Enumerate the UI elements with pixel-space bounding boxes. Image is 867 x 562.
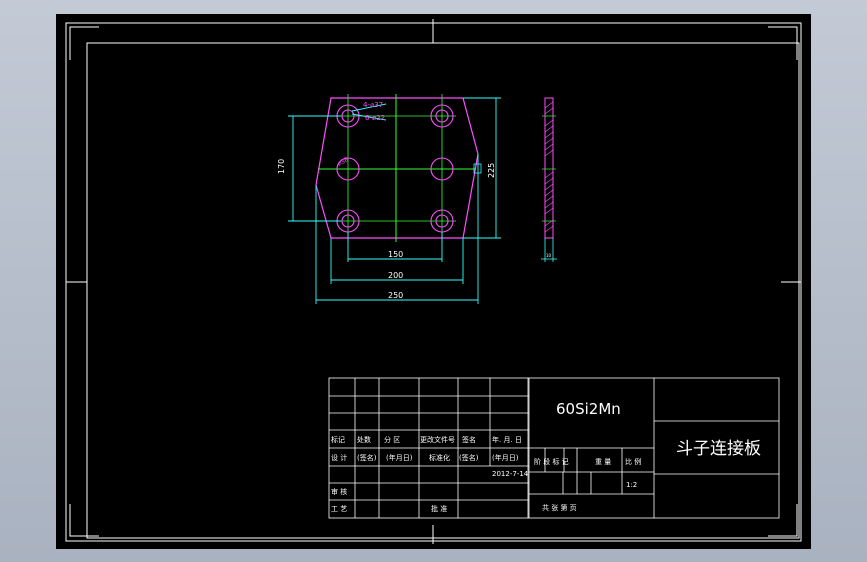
dim-150: 150 [388,250,403,259]
cad-drawing: 4-⌀37 6-⌀22 ⌀38 170 225 150 200 250 10 6… [65,19,802,544]
tb-process: 工 艺 [331,505,347,513]
tb-std: 标准化 [429,453,450,462]
material-label: 60Si2Mn [556,400,621,418]
tb-date: 2012-7-14 [492,470,529,478]
title-block-text: 标记 处数 分 区 更改文件号 签名 年. 月. 日 设 计 (签名) (年月日… [331,435,641,513]
part-name: 斗子连接板 [676,439,761,459]
tb-ymd2: (年月日) [386,453,413,462]
tb-ratio: 比 例 [625,457,641,466]
tb-approve: 批 准 [431,504,447,513]
outer-frame [65,22,802,542]
label-holes-large: 4-⌀37 [363,101,383,109]
tb-sign3: (签名) [459,453,479,462]
tb-zone: 分 区 [384,435,400,444]
tb-review: 审 核 [331,487,347,496]
drawing-canvas: 4-⌀37 6-⌀22 ⌀38 170 225 150 200 250 10 6… [56,14,811,549]
dim-thickness: 10 [546,253,552,258]
tb-sign2: (签名) [357,453,377,462]
tb-ymd3: (年月日) [492,453,519,462]
dim-225: 225 [487,163,496,178]
inner-frame [86,42,800,539]
tb-scale: 1:2 [626,481,637,489]
tb-weight: 重 量 [595,458,611,466]
tb-design: 设 计 [331,453,347,462]
dim-250: 250 [388,291,403,300]
tb-ymd: 年. 月. 日 [492,435,522,444]
tb-sheets: 共 张 第 页 [542,503,577,512]
tb-mark: 标记 [331,435,345,444]
plate-outline [315,97,479,239]
dim-200: 200 [388,271,403,280]
tb-docno: 更改文件号 [420,435,455,444]
tb-stage: 阶 段 标 记 [534,457,569,466]
dim-170: 170 [277,159,286,174]
side-view: 10 [541,97,557,262]
label-holes-small: 6-⌀22 [365,114,385,122]
tb-count: 处数 [357,435,371,444]
tb-sign: 签名 [462,435,476,444]
